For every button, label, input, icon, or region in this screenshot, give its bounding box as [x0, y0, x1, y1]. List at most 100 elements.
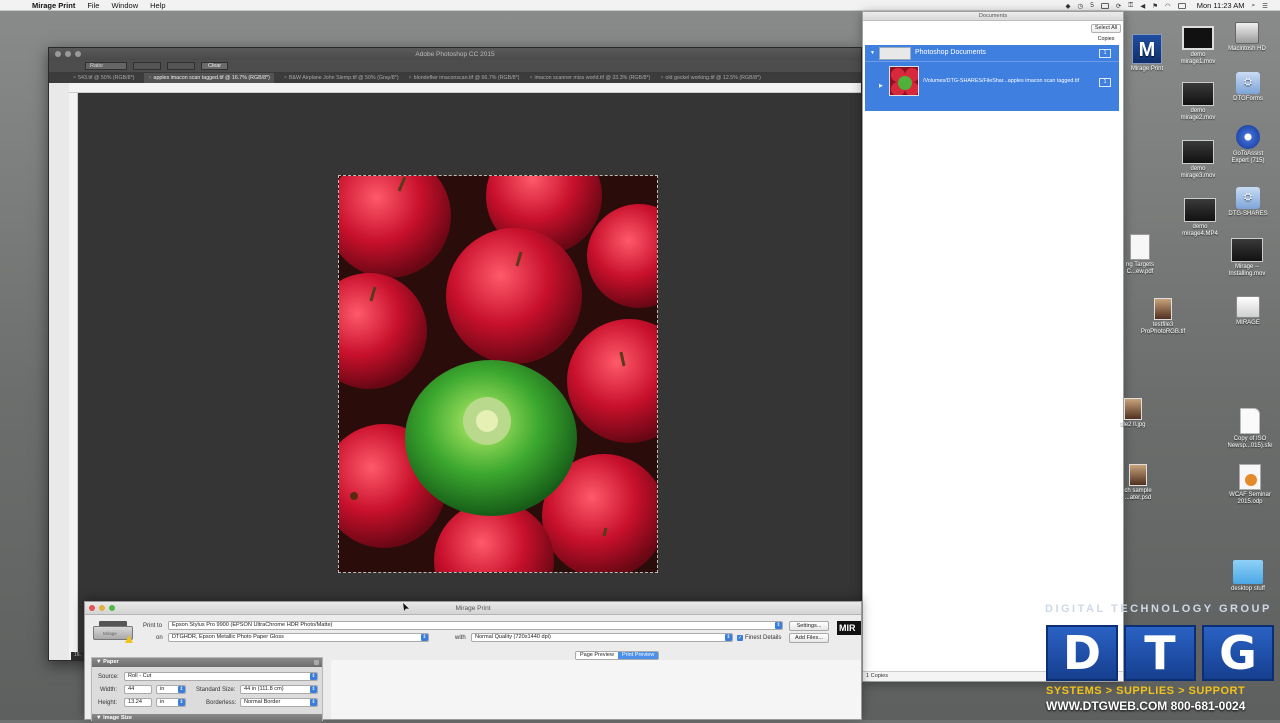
document-tab[interactable]: × imacon scanner miss world.tif @ 33.3% (…: [529, 75, 650, 81]
bluetooth-status-count[interactable]: 5: [1090, 2, 1094, 9]
desktop-icon-dtg-shares[interactable]: ⛭ DTG-SHARES: [1224, 187, 1272, 218]
clear-button[interactable]: Clear: [201, 62, 229, 70]
disclosure-triangle-icon[interactable]: ▶: [879, 83, 883, 89]
document-tab[interactable]: × B&W Airplane John Slemp.tif @ 50% (Gray…: [284, 75, 399, 81]
desktop-icon-desktop-stuff[interactable]: desktop stuff: [1224, 560, 1272, 593]
gear-app-icon: [1236, 125, 1260, 149]
document-tab[interactable]: × 543.tif @ 50% (RGB/8*): [73, 75, 134, 81]
close-icon[interactable]: ×: [284, 75, 287, 81]
standard-size-select[interactable]: 44 in (111.8 cm) ⇕: [240, 685, 318, 694]
horizontal-ruler[interactable]: [69, 83, 861, 93]
height-unit-select[interactable]: in ⇕: [156, 698, 186, 707]
volume-icon[interactable]: ◀: [1140, 2, 1145, 10]
tab-label: imacon scanner miss world.tif @ 33.3% (R…: [534, 75, 651, 81]
desktop-icon-mirage-installing[interactable]: Mirage -- Installing.mov: [1220, 238, 1274, 278]
desktop-icon-mirage-print[interactable]: M Mirage Print: [1124, 34, 1170, 73]
group-copies-field[interactable]: 1: [1099, 49, 1111, 58]
external-disk-icon: [1236, 296, 1260, 318]
select-all-button[interactable]: Select All: [1091, 24, 1121, 33]
flag-icon[interactable]: ⚑: [1152, 2, 1158, 10]
desktop-icon-demo-mirage2[interactable]: demo mirage2.mov: [1174, 82, 1222, 122]
search-icon[interactable]: ⌕: [1252, 2, 1256, 10]
printer-select[interactable]: Epson Stylus Pro 9900 (EPSON UltraChrome…: [168, 621, 783, 630]
borderless-select[interactable]: Normal Border ⇕: [240, 698, 318, 707]
desktop-icon-dtgforms[interactable]: ⛭ DTGForms: [1226, 72, 1270, 103]
tab-print-preview[interactable]: Print Preview: [617, 652, 659, 659]
wifi-icon[interactable]: ◠: [1165, 2, 1171, 10]
height-value: 13.24: [128, 699, 142, 705]
photoshop-documents-group[interactable]: ▼ Photoshop Documents 1 ▶ /Volumes/DTG-S…: [865, 45, 1119, 111]
settings-button[interactable]: Settings...: [789, 621, 829, 631]
document-tab[interactable]: × blondeflwr imaconscan.tif @ 66.7% (RGB/…: [409, 75, 520, 81]
close-icon[interactable]: ×: [529, 75, 532, 81]
finest-details-checkbox[interactable]: ✓: [737, 635, 743, 641]
close-icon[interactable]: ×: [148, 73, 151, 83]
desktop-icon-file2[interactable]: file2 ll.jpg: [1118, 398, 1148, 429]
chevron-down-icon: ⇕: [178, 699, 185, 706]
icon-label: testfile3 ProPhotoRGB.tif: [1140, 322, 1186, 335]
height-input[interactable]: 13.24: [124, 698, 152, 707]
paper-select[interactable]: DTGHDR, Epson Metallic Photo Paper Gloss…: [168, 633, 429, 642]
time-machine-icon[interactable]: ◷: [1078, 2, 1084, 10]
width-unit-value: in: [160, 686, 165, 692]
menu-file[interactable]: File: [87, 1, 99, 10]
apples-image[interactable]: [338, 175, 658, 573]
document-copies-field[interactable]: 1: [1099, 78, 1111, 87]
width-field[interactable]: [133, 62, 161, 70]
desktop-icon-demo-mirage3[interactable]: demo mirage3.mov: [1174, 140, 1222, 180]
photoshop-title-bar[interactable]: Adobe Photoshop CC 2015: [49, 48, 861, 60]
mirage-title-bar[interactable]: Mirage Print: [85, 602, 861, 615]
desktop-icon-mirage-disk[interactable]: MIRAGE: [1224, 296, 1272, 327]
desktop-icon-targets-pdf[interactable]: ng Targets C...ew.pdf: [1120, 234, 1160, 276]
image-size-section-header[interactable]: ▼ Image Size: [92, 714, 322, 723]
notification-center-icon[interactable]: ☰: [1262, 2, 1268, 10]
icon-label: MIRAGE: [1236, 320, 1260, 326]
battery-icon[interactable]: [1177, 2, 1186, 9]
movie-file-icon: [1182, 82, 1214, 106]
desktop-icon-demo-mirage4[interactable]: demo mirage4.MP4: [1176, 198, 1224, 238]
source-select[interactable]: Roll - Cut ⇕: [124, 672, 318, 681]
close-icon[interactable]: ×: [73, 75, 76, 81]
watermark-web: WWW.DTGWEB.COM 800-681-0024: [1046, 699, 1246, 713]
menu-help[interactable]: Help: [150, 1, 165, 10]
width-input[interactable]: 44: [124, 685, 152, 694]
paper-section-title: Paper: [103, 659, 119, 665]
desktop-icon-demo-mirage1[interactable]: demo mirage1.mov: [1174, 26, 1222, 66]
generic-file-icon: [1240, 408, 1260, 434]
desktop-icon-iso-newsp[interactable]: Copy of ISO Newsp...015).sfe: [1222, 408, 1278, 450]
menu-clock[interactable]: Mon 11:23 AM: [1197, 1, 1245, 10]
vertical-ruler[interactable]: [69, 93, 78, 660]
quality-select[interactable]: Normal Quality (720x1440 dpi) ⇕: [471, 633, 733, 642]
desktop-icon-gotoassist[interactable]: GoToAssist Expert (715): [1224, 125, 1272, 165]
paper-section-header[interactable]: ▼ Paper: [92, 658, 322, 667]
display-icon[interactable]: [1100, 2, 1109, 9]
desktop-icon-testfile3[interactable]: testfile3 ProPhotoRGB.tif: [1134, 298, 1192, 336]
desktop-icon-sample-psd[interactable]: ch sample ...ater.psd: [1118, 464, 1158, 502]
sync-icon[interactable]: ⟳: [1116, 2, 1121, 10]
close-icon[interactable]: ×: [660, 75, 663, 81]
icon-label: ch sample ...ater.psd: [1124, 488, 1152, 501]
menu-app-name[interactable]: Mirage Print: [32, 1, 75, 10]
add-files-button[interactable]: Add Files...: [789, 633, 829, 643]
mirage-logo: MIR: [837, 621, 861, 635]
group-header[interactable]: ▼ Photoshop Documents 1: [865, 45, 1119, 62]
menu-window[interactable]: Window: [111, 1, 138, 10]
documents-title-bar[interactable]: Documents: [863, 12, 1123, 21]
lock-icon[interactable]: ⚿: [1128, 2, 1133, 10]
document-tab[interactable]: × old gockel working.tif @ 12.5% (RGB/8*): [660, 75, 761, 81]
zoom-status[interactable]: 16.: [71, 652, 84, 660]
width-unit-select[interactable]: in ⇕: [156, 685, 186, 694]
desktop-icon-macintosh-hd[interactable]: Macintosh HD: [1224, 22, 1270, 53]
close-icon[interactable]: ×: [409, 75, 412, 81]
document-tab-active[interactable]: × apples imacon scan tagged.tif @ 16.7% (…: [144, 73, 274, 83]
icon-label: Copy of ISO Newsp...015).sfe: [1227, 436, 1273, 449]
desktop-icon-wcaf-seminar[interactable]: WCAF Seminar 2015.odp: [1222, 464, 1278, 506]
close-icon[interactable]: [314, 660, 319, 665]
tab-page-preview[interactable]: Page Preview: [576, 652, 618, 659]
dropbox-icon[interactable]: ◆: [1066, 2, 1071, 10]
logo-letter-d: D: [1046, 625, 1118, 681]
dtg-watermark: DIGITAL TECHNOLOGY GROUP D T G SYSTEMS >…: [1040, 603, 1280, 720]
style-select[interactable]: Ratio: [85, 62, 127, 70]
height-field[interactable]: [167, 62, 195, 70]
disclosure-triangle-icon[interactable]: ▼: [870, 50, 875, 56]
